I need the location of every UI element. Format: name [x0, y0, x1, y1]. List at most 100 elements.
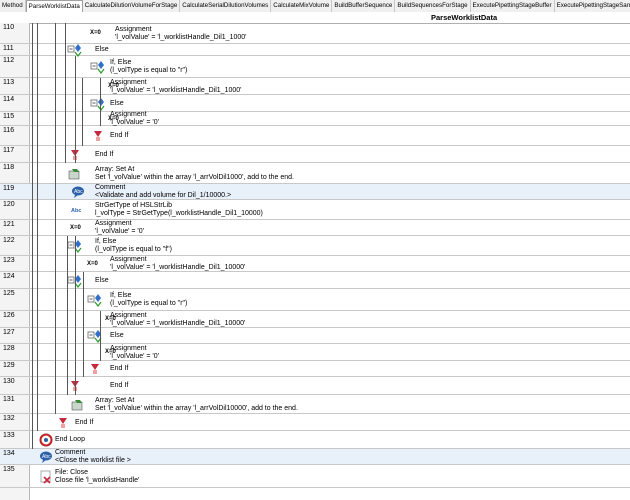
- row-number: 119: [3, 185, 15, 192]
- step-detail: 'l_volValue' = 'l_worklistHandle_Dil1_10…: [115, 33, 247, 41]
- step-row[interactable]: 124 Else: [0, 272, 630, 289]
- step-title: End If: [110, 132, 129, 139]
- row-number: 132: [3, 415, 15, 422]
- tab-buildbuffersequence[interactable]: BuildBufferSequence: [332, 0, 396, 12]
- step-detail: 'l_volValue' = 'l_worklistHandle_Dil1_10…: [110, 319, 246, 327]
- nesting-guide-line: [75, 56, 76, 163]
- step-row[interactable]: 129 End If: [0, 361, 630, 377]
- string-function-icon: Abc: [71, 208, 81, 214]
- tab-calculateserialdilutionvolumes[interactable]: CalculateSerialDilutionVolumes: [180, 0, 272, 12]
- row-number: 128: [3, 345, 15, 352]
- row-number: 115: [3, 113, 15, 120]
- step-row[interactable]: 115 X=0 Assignment'l_volValue' = '0': [0, 111, 630, 126]
- end-if-icon: [94, 131, 102, 141]
- comment-icon: Abc: [40, 451, 52, 463]
- step-row[interactable]: 135 File: Close Close file 'l_worklistHand…: [0, 465, 630, 488]
- else-branch-icon: [90, 97, 105, 111]
- step-title: If, Else: [110, 59, 132, 66]
- row-number: 126: [3, 312, 15, 319]
- row-number: 123: [3, 257, 15, 264]
- step-row[interactable]: 116 End If: [0, 126, 630, 146]
- step-title: End If: [110, 382, 129, 389]
- step-row[interactable]: 121 X=0 Assignment'l_volValue' = '0': [0, 220, 630, 236]
- row-number: 124: [3, 273, 15, 280]
- nesting-guide-line: [82, 78, 83, 146]
- step-title: File: Close: [55, 468, 89, 476]
- nesting-guide-line: [67, 236, 68, 395]
- step-title: Array: Set At: [95, 165, 135, 173]
- step-title: End If: [75, 418, 94, 426]
- nesting-guide-line: [83, 272, 84, 377]
- step-detail: (l_volType is equal to "r"): [110, 67, 188, 74]
- step-row[interactable]: 130 End If: [0, 377, 630, 395]
- step-row[interactable]: 122 If, Else (l_volType is equal to "f"): [0, 236, 630, 256]
- step-title: End If: [95, 150, 114, 158]
- step-row[interactable]: 123 X=0 Assignment'l_volValue' = 'l_workli…: [0, 256, 630, 272]
- step-row[interactable]: 120 Abc StrGetType of HSLStrLib l_volType =…: [0, 200, 630, 220]
- row-number: 125: [3, 290, 15, 297]
- svg-text:Abc: Abc: [71, 208, 81, 214]
- row-number: 118: [3, 164, 15, 171]
- step-row[interactable]: 133 End Loop: [0, 431, 630, 449]
- step-row[interactable]: 110 X=0 Assignment'l_volValue' = 'l_workli…: [0, 23, 630, 44]
- step-row[interactable]: 134 Abc Comment <Close the worklist file >: [0, 449, 630, 465]
- row-number: 110: [3, 24, 15, 31]
- row-number: 131: [3, 396, 15, 403]
- step-title: Else: [95, 276, 109, 284]
- nesting-guide-line: [32, 23, 33, 449]
- svg-text:Abc: Abc: [42, 454, 51, 460]
- row-number: 129: [3, 362, 15, 369]
- nesting-guide-line: [75, 236, 76, 395]
- file-close-icon: [40, 470, 51, 484]
- nesting-guide-line: [55, 23, 56, 414]
- step-detail: 'l_volValue' = 'l_worklistHandle_Dil1_10…: [110, 264, 246, 271]
- tab-buildsequencesforstage[interactable]: BuildSequencesForStage: [395, 0, 471, 12]
- step-row[interactable]: 128 X=0 Assignment'l_volValue' = '0': [0, 344, 630, 361]
- tab-calculatedilutionvolumeforstage[interactable]: CalculateDilutionVolumeForStage: [83, 0, 181, 12]
- tab-method[interactable]: Method: [0, 0, 26, 12]
- step-detail: 'l_volValue' = 'l_worklistHandle_Dil1_10…: [110, 86, 242, 94]
- row-number: 122: [3, 237, 15, 244]
- end-loop-icon: [39, 433, 53, 447]
- step-title: Assignment: [115, 25, 152, 33]
- end-if-icon: [59, 417, 67, 428]
- step-title: StrGetType of HSLStrLib: [95, 202, 173, 209]
- tab-calculatemixvolume[interactable]: CalculateMixVolume: [271, 0, 333, 12]
- tab-executepipettingstagesample[interactable]: ExecutePipettingStageSample: [555, 0, 630, 12]
- row-number: 116: [3, 127, 15, 134]
- step-row[interactable]: 117 End If: [0, 146, 630, 163]
- row-number: 121: [3, 221, 15, 228]
- step-detail: Close file 'l_worklistHandle': [55, 476, 140, 484]
- else-branch-icon: [67, 44, 82, 57]
- step-detail: (l_volType is equal to "r"): [110, 300, 188, 307]
- step-title: Assignment: [110, 344, 147, 352]
- step-row[interactable]: 114 Else: [0, 95, 630, 112]
- step-row[interactable]: 127 Else: [0, 328, 630, 344]
- nesting-guide-line: [100, 311, 101, 361]
- step-row[interactable]: 125 If, Else (l_volType is equal to "r"): [0, 289, 630, 311]
- step-row[interactable]: 112 If, Else (l_volType is equal to "r"): [0, 56, 630, 78]
- step-detail: Set 'l_volValue' within the array 'l_arr…: [95, 404, 298, 412]
- step-title: Assignment: [110, 256, 147, 263]
- step-title: Array: Set At: [95, 396, 135, 404]
- row-number: 135: [3, 466, 15, 473]
- step-row[interactable]: 119 Abc Comment <Validate and add volume fo…: [0, 184, 630, 200]
- array-set-icon: [71, 399, 83, 410]
- step-row[interactable]: 126 X=0 Assignment'l_volValue' = 'l_workli…: [0, 311, 630, 328]
- step-title: Else: [110, 99, 124, 107]
- step-row[interactable]: 132 End If: [0, 414, 630, 431]
- step-title: Comment: [55, 449, 86, 456]
- step-title: Else: [95, 46, 109, 53]
- step-title: Assignment: [110, 78, 147, 86]
- tab-executepipettingstagebuffer[interactable]: ExecutePipettingStageBuffer: [471, 0, 555, 12]
- step-row[interactable]: 131 Array: Set At Set 'l_volValue' within …: [0, 395, 630, 414]
- step-row[interactable]: 118 Array: Set At Set 'l_volValue' within …: [0, 163, 630, 184]
- if-else-icon: [90, 61, 105, 74]
- step-row[interactable]: 113 X=0 Assignment'l_volValue' = 'l_workli…: [0, 78, 630, 95]
- step-detail: <Close the worklist file >: [55, 457, 131, 464]
- row-number: 134: [3, 450, 15, 457]
- step-detail: 'l_volValue' = '0': [110, 352, 159, 360]
- step-title: Assignment: [95, 220, 132, 227]
- row-number: 114: [3, 96, 15, 103]
- step-row[interactable]: 111 Else: [0, 44, 630, 57]
